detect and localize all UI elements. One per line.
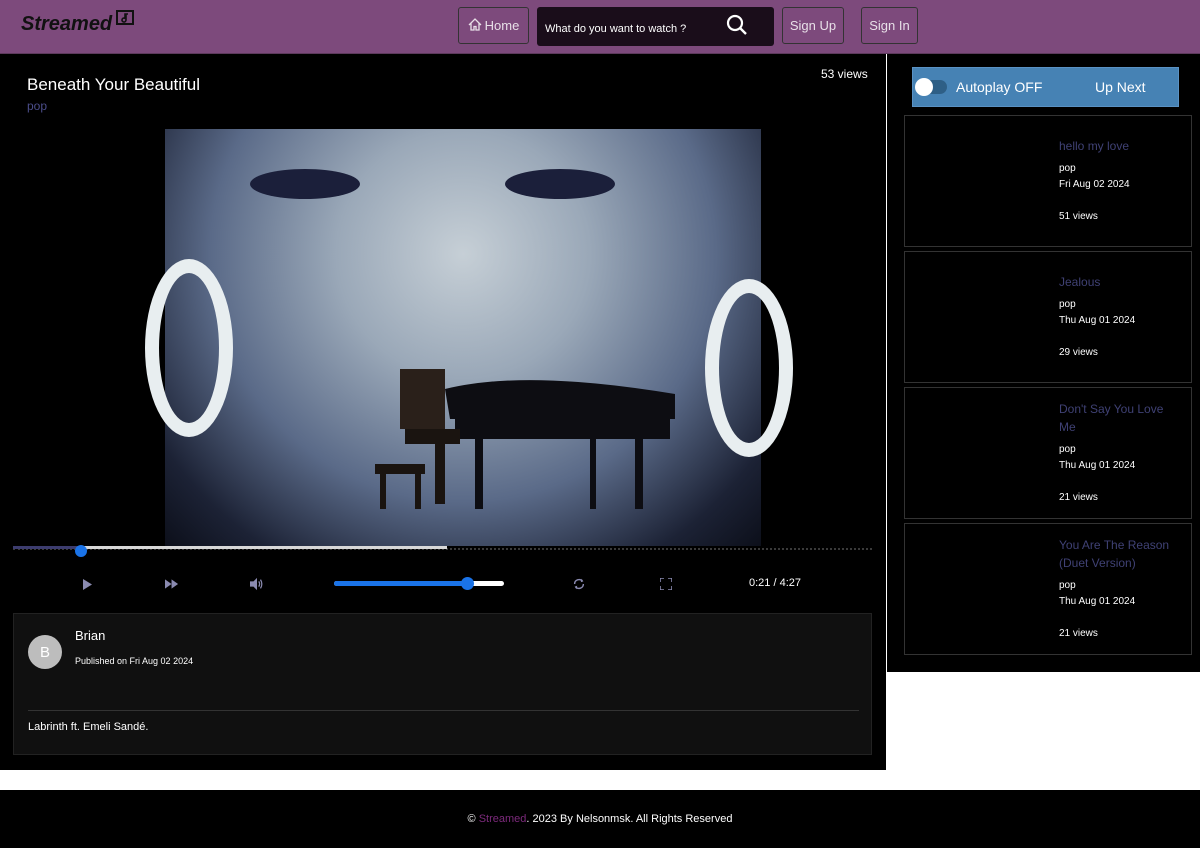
home-icon xyxy=(468,17,485,34)
video-views: 53 views xyxy=(821,67,868,81)
video-frame-detail xyxy=(505,169,615,199)
rec-category: pop xyxy=(1059,163,1076,174)
footer: © Streamed. 2023 By Nelsonmsk. All Right… xyxy=(0,790,1200,848)
fast-forward-icon[interactable] xyxy=(165,577,179,591)
search-input[interactable] xyxy=(545,23,715,35)
rec-views: 21 views xyxy=(1059,492,1098,503)
play-icon[interactable] xyxy=(80,577,94,591)
rec-category: pop xyxy=(1059,580,1076,591)
sign-in-button[interactable]: Sign In xyxy=(861,7,918,44)
home-button[interactable]: Home xyxy=(458,7,529,44)
video-player[interactable] xyxy=(13,129,872,546)
recommended-video-card[interactable]: Jealous pop Thu Aug 01 2024 29 views xyxy=(904,251,1192,383)
top-navbar: Streamed Home Sign Up Sign In xyxy=(0,0,1200,54)
rec-title[interactable]: hello my love xyxy=(1059,137,1179,155)
recommended-video-card[interactable]: Don't Say You Love Me pop Thu Aug 01 202… xyxy=(904,387,1192,519)
sign-up-button[interactable]: Sign Up xyxy=(782,7,844,44)
loop-icon[interactable] xyxy=(572,577,586,591)
rec-views: 21 views xyxy=(1059,628,1098,639)
autoplay-label: Autoplay OFF xyxy=(956,79,1043,95)
video-frame-detail xyxy=(145,259,233,437)
up-next-sidebar: Autoplay OFF Up Next hello my love pop F… xyxy=(887,54,1200,672)
video-title: Beneath Your Beautiful xyxy=(27,75,200,94)
volume-icon[interactable] xyxy=(250,577,264,591)
rec-title[interactable]: Jealous xyxy=(1059,273,1179,291)
rec-views: 29 views xyxy=(1059,347,1098,358)
rec-date: Fri Aug 02 2024 xyxy=(1059,179,1130,190)
home-label: Home xyxy=(484,18,520,33)
seek-bar-played xyxy=(13,546,81,549)
current-time: 0:21 xyxy=(749,577,771,589)
autoplay-toggle-knob xyxy=(915,78,933,96)
copyright-symbol: © xyxy=(467,813,476,825)
video-category[interactable]: pop xyxy=(27,99,47,113)
footer-brand-link[interactable]: Streamed xyxy=(479,813,527,825)
rec-category: pop xyxy=(1059,444,1076,455)
video-info-card: B Brian Published on Fri Aug 02 2024 Lab… xyxy=(13,613,872,755)
volume-slider[interactable] xyxy=(334,577,504,590)
duration: 4:27 xyxy=(779,577,802,589)
fullscreen-icon[interactable] xyxy=(659,577,673,591)
autoplay-bar: Autoplay OFF Up Next xyxy=(912,67,1179,107)
video-main-section: Beneath Your Beautiful pop 53 views 0:21… xyxy=(0,54,886,770)
published-date: Published on Fri Aug 02 2024 xyxy=(75,656,194,666)
footer-text: © Streamed. 2023 By Nelsonmsk. All Right… xyxy=(0,813,1200,825)
recommended-video-card[interactable]: You Are The Reason (Duet Version) pop Th… xyxy=(904,523,1192,655)
autoplay-toggle[interactable] xyxy=(915,78,947,96)
piano-silhouette xyxy=(375,369,675,509)
video-frame-detail xyxy=(705,279,793,457)
rec-category: pop xyxy=(1059,299,1076,310)
brand-logo[interactable]: Streamed xyxy=(21,10,135,36)
time-separator: / xyxy=(773,577,777,589)
seek-bar-thumb[interactable] xyxy=(74,545,87,557)
footer-rights: . 2023 By Nelsonmsk. All Rights Reserved xyxy=(526,813,733,825)
volume-slider-fill xyxy=(334,581,467,586)
video-frame-detail xyxy=(250,169,360,199)
time-display: 0:21 / 4:27 xyxy=(749,577,801,589)
brand-logo-text[interactable]: Streamed xyxy=(21,13,112,36)
rec-date: Thu Aug 01 2024 xyxy=(1059,315,1136,326)
author-name[interactable]: Brian xyxy=(75,628,105,643)
rec-date: Thu Aug 01 2024 xyxy=(1059,460,1136,471)
rec-title[interactable]: Don't Say You Love Me xyxy=(1059,400,1179,436)
music-note-icon xyxy=(116,9,135,32)
video-description: Labrinth ft. Emeli Sandé. xyxy=(28,721,149,733)
rec-date: Thu Aug 01 2024 xyxy=(1059,596,1136,607)
rec-views: 51 views xyxy=(1059,211,1098,222)
search-box xyxy=(537,7,774,46)
volume-slider-thumb[interactable] xyxy=(460,577,474,590)
recommended-video-card[interactable]: hello my love pop Fri Aug 02 2024 51 vie… xyxy=(904,115,1192,247)
search-icon[interactable] xyxy=(726,14,748,41)
rec-title[interactable]: You Are The Reason (Duet Version) xyxy=(1059,536,1179,572)
divider xyxy=(28,710,859,711)
avatar[interactable]: B xyxy=(28,635,62,669)
video-frame-image xyxy=(145,129,793,546)
up-next-label: Up Next xyxy=(1095,79,1146,95)
